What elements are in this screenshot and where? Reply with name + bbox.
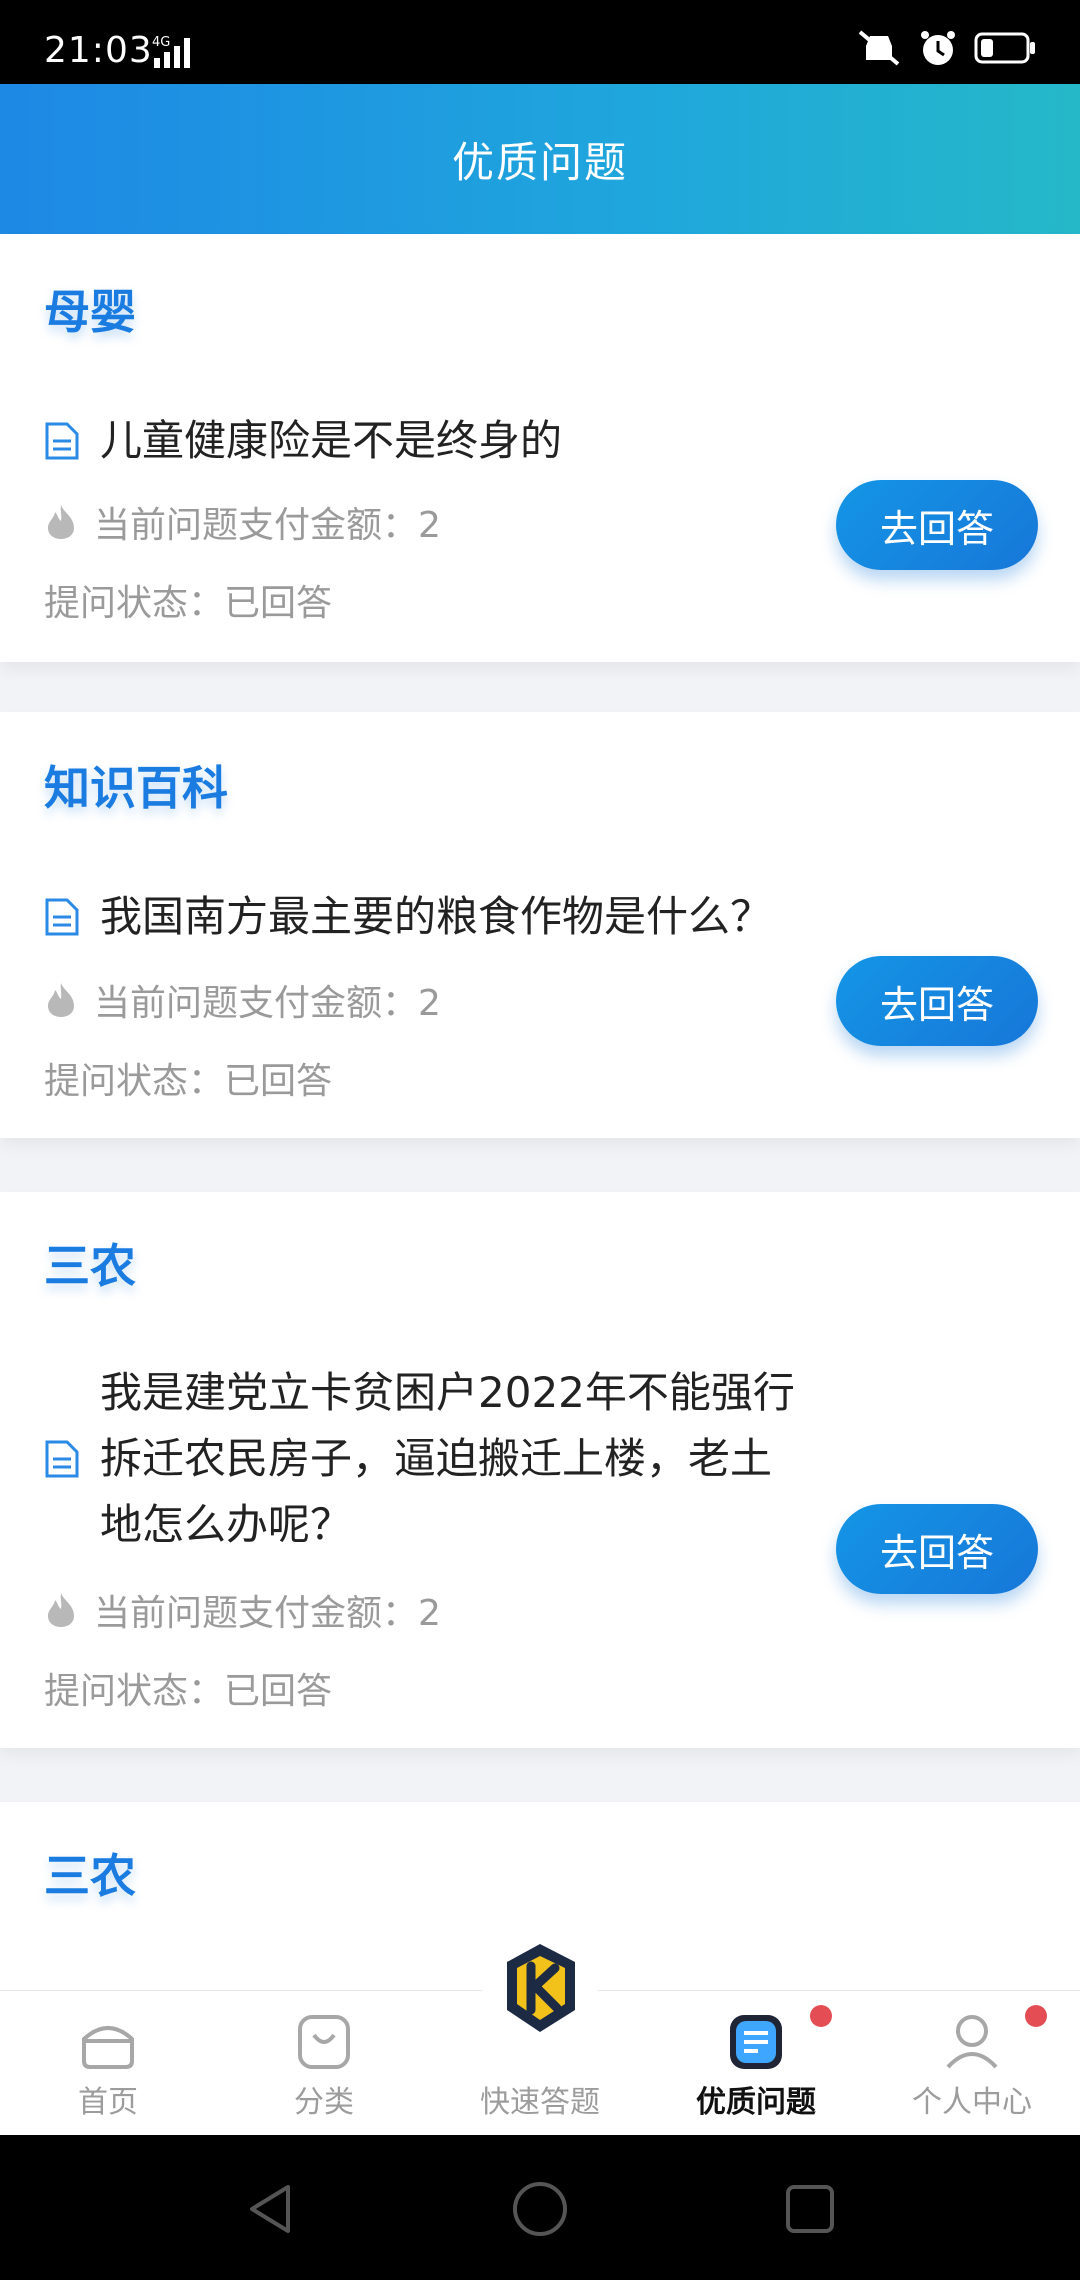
category-label: 三农	[44, 1849, 136, 1903]
tab-home[interactable]: 首页	[0, 1991, 216, 2136]
alarm-icon	[921, 31, 955, 65]
amount-text: 当前问题支付金额：2	[94, 1593, 441, 1634]
app-header: 优质问题	[0, 84, 1080, 234]
payment-amount: 当前问题支付金额：2	[44, 974, 441, 1026]
system-navigation-bar	[0, 2135, 1080, 2280]
notification-badge	[810, 2005, 832, 2027]
question-line: 我是建党立卡贫困户2022年不能强行	[100, 1368, 795, 1417]
status-icons	[856, 28, 1036, 68]
question-text: 我是建党立卡贫困户2022年不能强行 拆迁农民房子，逼迫搬迁上楼，老土 地怎么办…	[100, 1360, 795, 1558]
tab-label: 首页	[78, 2085, 138, 2120]
payment-amount: 当前问题支付金额：2	[44, 1584, 441, 1636]
amount-text: 当前问题支付金额：2	[94, 983, 441, 1024]
category-label: 知识百科	[44, 761, 228, 815]
quality-question-icon	[730, 2015, 782, 2069]
question-row[interactable]: 儿童健康险是不是终身的	[44, 408, 562, 474]
quick-answer-logo[interactable]	[482, 1930, 598, 2046]
tab-label: 优质问题	[696, 2085, 816, 2120]
document-icon	[45, 422, 79, 460]
question-card[interactable]: 知识百科 我国南方最主要的粮食作物是什么？ 当前问题支付金额：2 提问状态：已回…	[0, 712, 1080, 1138]
document-icon	[45, 1440, 79, 1478]
tab-label: 快速答题	[480, 2085, 600, 2120]
question-text: 儿童健康险是不是终身的	[100, 416, 563, 465]
fire-icon	[48, 1593, 74, 1627]
question-status: 提问状态：已回答	[44, 574, 332, 626]
category-bag-icon	[298, 2015, 350, 2069]
user-icon	[946, 2015, 998, 2069]
payment-amount: 当前问题支付金额：2	[44, 496, 441, 548]
network-label: 4G	[152, 35, 170, 50]
category-label: 母婴	[44, 285, 136, 339]
answer-button[interactable]: 去回答	[836, 956, 1038, 1046]
tab-category[interactable]: 分类	[216, 1991, 432, 2136]
status-text: 提问状态：已回答	[44, 1061, 333, 1102]
status-text: 提问状态：已回答	[44, 583, 333, 624]
tab-label: 个人中心	[912, 2085, 1032, 2120]
status-bar: 21:03 4G	[0, 0, 1080, 84]
question-card[interactable]: 三农 我是建党立卡贫困户2022年不能强行 拆迁农民房子，逼迫搬迁上楼，老土 地…	[0, 1192, 1080, 1748]
question-row[interactable]: 我国南方最主要的粮食作物是什么？	[44, 884, 772, 950]
fire-icon	[48, 505, 74, 539]
signal-4g-icon: 4G	[152, 35, 190, 68]
status-time: 21:03	[44, 30, 153, 71]
question-line: 拆迁农民房子，逼迫搬迁上楼，老土	[100, 1434, 773, 1483]
notification-badge	[1025, 2005, 1047, 2027]
answer-button[interactable]: 去回答	[836, 480, 1038, 570]
question-line: 地怎么办呢？	[100, 1500, 353, 1549]
page-title: 优质问题	[451, 137, 628, 187]
home-circle-icon[interactable]	[510, 2179, 570, 2239]
back-icon[interactable]	[242, 2181, 298, 2237]
answer-button[interactable]: 去回答	[836, 1504, 1038, 1594]
status-text: 提问状态：已回答	[44, 1671, 333, 1712]
home-icon	[82, 2026, 134, 2069]
question-status: 提问状态：已回答	[44, 1052, 332, 1104]
question-status: 提问状态：已回答	[44, 1662, 332, 1714]
question-card[interactable]: 母婴 儿童健康险是不是终身的 当前问题支付金额：2 提问状态：已回答 去回答	[0, 234, 1080, 662]
tab-label: 分类	[294, 2085, 354, 2120]
amount-text: 当前问题支付金额：2	[94, 505, 441, 546]
vibrate-mute-icon	[858, 30, 900, 66]
question-row[interactable]: 我是建党立卡贫困户2022年不能强行 拆迁农民房子，逼迫搬迁上楼，老土 地怎么办…	[44, 1360, 795, 1558]
tab-profile[interactable]: 个人中心	[864, 1991, 1080, 2136]
category-label: 三农	[44, 1239, 136, 1293]
k-logo-icon	[507, 1944, 575, 2032]
document-icon	[45, 898, 79, 936]
question-text: 我国南方最主要的粮食作物是什么？	[100, 892, 773, 941]
recent-apps-icon[interactable]	[782, 2181, 838, 2237]
fire-icon	[48, 983, 74, 1017]
battery-icon	[974, 32, 1035, 64]
